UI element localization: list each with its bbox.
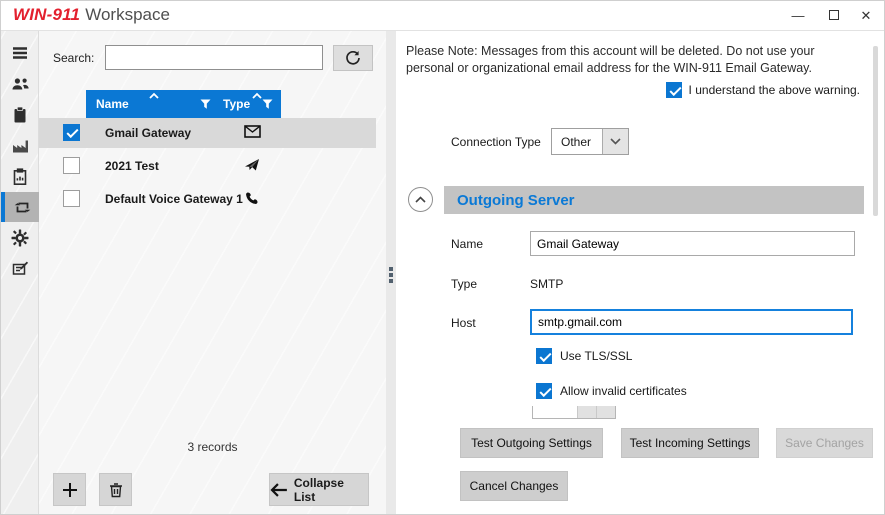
close-button[interactable]: ✕ (850, 1, 882, 30)
delete-gateway-button[interactable] (99, 473, 132, 506)
connection-type-value: Other (561, 134, 592, 149)
report-icon (13, 167, 27, 185)
list-item-gmail-gateway[interactable]: Gmail Gateway (39, 118, 376, 148)
panel-splitter[interactable] (386, 31, 396, 514)
section-collapse-button[interactable] (408, 187, 433, 212)
row-checkbox[interactable] (63, 157, 80, 174)
test-incoming-settings-button[interactable]: Test Incoming Settings (621, 428, 759, 458)
contacts-icon (12, 77, 29, 89)
column-header-name[interactable]: Name (86, 90, 219, 118)
refresh-icon (346, 50, 360, 65)
row-name: Default Voice Gateway 1 (105, 192, 243, 206)
settings-gear-icon (11, 229, 29, 246)
sidebar-item-settings[interactable] (1, 222, 39, 253)
filter-icon[interactable] (262, 99, 273, 110)
gateway-detail-panel: Please Note: Messages from this account … (396, 31, 884, 514)
splitter-grip-icon (389, 267, 393, 283)
row-name: Gmail Gateway (105, 126, 192, 140)
spinner-up-button[interactable] (596, 406, 615, 418)
add-gateway-button[interactable] (53, 473, 86, 506)
send-icon (245, 159, 259, 171)
tls-checkbox-row: Use TLS/SSL (536, 348, 632, 364)
gateway-loop-icon (14, 202, 30, 212)
maximize-button[interactable] (818, 1, 850, 30)
host-field-label: Host (451, 316, 476, 330)
sidebar-item-factory[interactable] (1, 130, 39, 161)
minimize-icon: — (791, 8, 805, 23)
row-checkbox[interactable] (63, 124, 80, 141)
minimize-button[interactable]: — (782, 1, 814, 30)
connection-type-dropdown[interactable]: Other (551, 128, 629, 155)
name-input[interactable] (530, 231, 855, 256)
collapse-list-label: Collapse List (293, 475, 344, 504)
phone-icon (246, 192, 258, 204)
name-field-label: Name (451, 237, 484, 251)
host-input[interactable] (530, 309, 853, 335)
sort-ascending-icon (149, 92, 159, 99)
cancel-changes-button[interactable]: Cancel Changes (460, 471, 568, 501)
filter-icon[interactable] (200, 99, 211, 110)
menu-icon (13, 46, 27, 59)
plus-icon (62, 482, 77, 497)
chevron-down-icon (610, 138, 621, 145)
warning-checkbox[interactable] (665, 82, 682, 98)
port-spinner-partial[interactable] (532, 406, 616, 419)
maximize-icon (829, 10, 839, 21)
warning-acknowledge-row: I understand the above warning. (665, 82, 860, 98)
column-header-type[interactable]: Type (219, 90, 281, 118)
connection-type-label: Connection Type (451, 135, 541, 149)
search-input[interactable] (105, 45, 323, 70)
chevron-up-icon (415, 196, 426, 203)
search-label: Search: (53, 51, 95, 65)
warning-checkbox-label: I understand the above warning. (688, 83, 860, 97)
vertical-scrollbar[interactable] (873, 46, 878, 216)
product-name: Workspace (85, 5, 170, 24)
icon-sidebar (1, 31, 39, 514)
cert-checkbox-row: Allow invalid certificates (536, 383, 687, 399)
sidebar-item-clipboard[interactable] (1, 99, 39, 130)
brand-logo-text: WIN-911 (13, 5, 81, 24)
sidebar-item-menu[interactable] (1, 37, 39, 68)
dropdown-arrow-button[interactable] (602, 129, 628, 154)
warning-note: Please Note: Messages from this account … (406, 44, 815, 75)
gateway-list-panel: Search: Name Type Gmail Gateway 2021 Tes… (39, 31, 386, 514)
title-bar: WIN-911 Workspace — ✕ (1, 1, 884, 31)
sidebar-item-contacts[interactable] (1, 68, 39, 99)
sidebar-item-report[interactable] (1, 161, 39, 192)
sidebar-item-notes[interactable] (1, 253, 39, 284)
tls-checkbox-label: Use TLS/SSL (560, 349, 633, 363)
tls-checkbox[interactable] (536, 348, 552, 364)
cert-checkbox[interactable] (536, 383, 552, 399)
app-logo: WIN-911 Workspace (13, 5, 170, 25)
row-name: 2021 Test (105, 159, 159, 173)
records-count: 3 records (187, 440, 238, 454)
list-item-default-voice-gateway[interactable]: Default Voice Gateway 1 (39, 184, 376, 214)
close-icon: ✕ (860, 8, 872, 23)
notes-icon (12, 261, 29, 275)
trash-icon (109, 482, 122, 497)
column-type-label: Type (223, 97, 251, 111)
factory-icon (12, 140, 28, 152)
row-checkbox[interactable] (63, 190, 80, 207)
list-item-2021-test[interactable]: 2021 Test (39, 151, 376, 181)
sidebar-item-gateways[interactable] (1, 192, 39, 222)
type-field-label: Type (451, 277, 478, 291)
clipboard-icon (14, 106, 26, 122)
collapse-list-button[interactable]: Collapse List (269, 473, 369, 506)
section-title: Outgoing Server (457, 191, 575, 209)
left-arrow-icon (270, 482, 287, 497)
port-input-partial[interactable] (533, 406, 577, 418)
type-value: SMTP (530, 277, 564, 291)
column-name-label: Name (96, 97, 129, 111)
win911-workspace-window: WIN-911 Workspace — ✕ Search: Name Type … (0, 0, 885, 515)
list-header: Name Type (86, 90, 281, 118)
spinner-down-button[interactable] (577, 406, 596, 418)
email-icon (244, 125, 261, 138)
cert-checkbox-label: Allow invalid certificates (560, 384, 687, 398)
save-changes-button[interactable]: Save Changes (776, 428, 873, 458)
outgoing-server-header: Outgoing Server (444, 186, 864, 214)
refresh-button[interactable] (333, 45, 373, 71)
test-outgoing-settings-button[interactable]: Test Outgoing Settings (460, 428, 603, 458)
